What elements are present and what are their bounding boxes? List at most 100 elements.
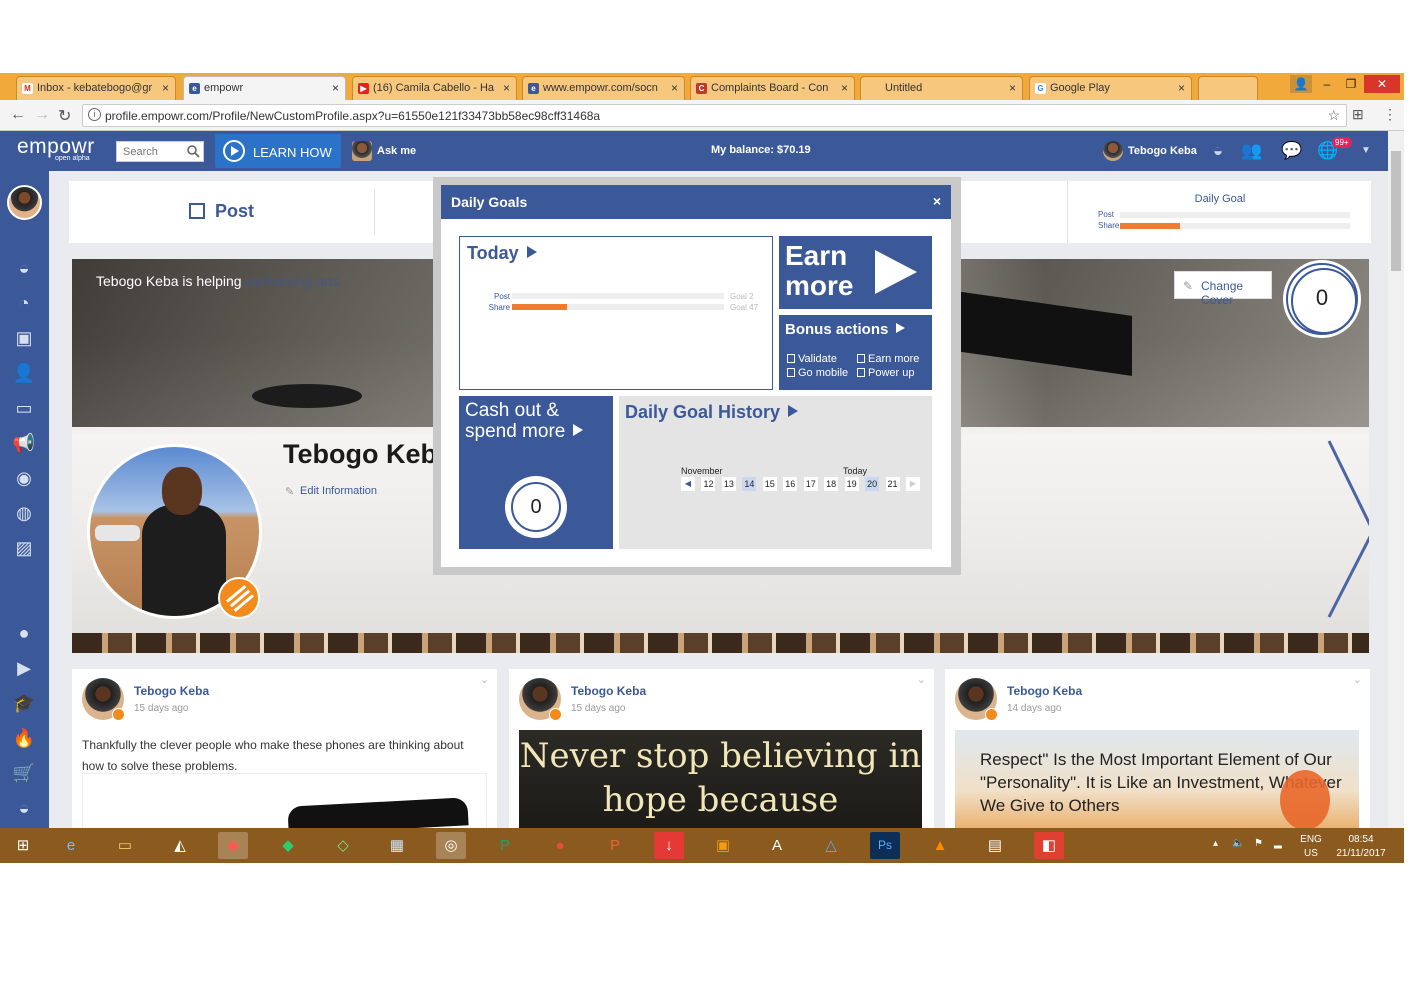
tab-close-icon[interactable]: × <box>841 81 848 95</box>
cash-out-panel[interactable]: Cash out & spend more 0 <box>459 396 613 549</box>
history-day[interactable]: 18 <box>824 477 839 491</box>
profile-icon[interactable]: ◍ <box>11 501 37 525</box>
photos-icon[interactable]: ▨ <box>11 536 37 560</box>
level-badge-icon[interactable] <box>218 577 260 619</box>
url-field[interactable]: i profile.empowr.com/Profile/NewCustomPr… <box>82 104 1347 127</box>
tab-close-icon[interactable]: × <box>1009 81 1016 95</box>
avatar[interactable] <box>955 678 998 721</box>
chevron-down-icon[interactable]: ⌄ <box>917 673 926 686</box>
video-player-icon[interactable]: ▣ <box>708 832 738 859</box>
clock[interactable]: 08:54 21/11/2017 <box>1330 833 1392 861</box>
profile-icon[interactable]: 👤 <box>1290 75 1312 93</box>
download-icon[interactable]: ↓ <box>654 832 684 859</box>
tray-expand-icon[interactable]: ▴ <box>1213 838 1218 849</box>
more-icon[interactable]: ◒ <box>11 796 37 820</box>
friends-icon[interactable]: 👥 <box>1240 140 1264 162</box>
quote-image[interactable]: Respect" Is the Most Important Element o… <box>955 730 1359 839</box>
bonus-actions-panel[interactable]: Bonus actions Validate Earn more Go mobi… <box>779 315 932 390</box>
history-day[interactable]: 16 <box>783 477 798 491</box>
cover-next-arrow-icon[interactable] <box>1327 439 1369 619</box>
balance-display[interactable]: My balance: $70.19 <box>711 144 811 156</box>
browser-tab[interactable]: Untitled × <box>860 76 1023 100</box>
calculator-app-icon[interactable]: ▤ <box>980 832 1010 859</box>
history-day[interactable]: 14 <box>742 477 757 491</box>
avatar[interactable] <box>519 678 562 721</box>
handshake-icon[interactable]: ◒ <box>11 256 37 280</box>
language-indicator[interactable]: ENG US <box>1296 833 1326 861</box>
learn-how-button[interactable]: LEARN HOW <box>215 134 341 168</box>
browser-tab[interactable]: ▶ (16) Camila Cabello - Ha × <box>352 76 517 100</box>
ask-me-button[interactable]: Ask me <box>352 141 416 161</box>
user-menu[interactable]: Tebogo Keba <box>1103 141 1197 161</box>
search-icon[interactable] <box>186 144 200 158</box>
history-prev-icon[interactable]: ◀ <box>681 477 695 491</box>
publisher-icon[interactable]: P <box>490 832 520 859</box>
office-icon[interactable]: ◧ <box>1034 832 1064 859</box>
close-icon[interactable]: × <box>933 193 941 209</box>
browser-tab-active[interactable]: e empowr × <box>183 76 346 100</box>
chrome-icon[interactable]: ◎ <box>436 832 466 859</box>
chat-icon[interactable]: ▭ <box>11 396 37 420</box>
windows-start-icon[interactable]: ⊞ <box>8 832 38 859</box>
photoshop-icon[interactable]: Ps <box>870 832 900 859</box>
adobe-icon[interactable]: A <box>762 832 792 859</box>
extension-icon[interactable]: ⊞ <box>1352 106 1364 123</box>
bonus-item-power-up[interactable]: Power up <box>857 367 914 379</box>
scrollbar-thumb[interactable] <box>1391 151 1401 271</box>
info-icon[interactable]: i <box>88 108 101 121</box>
gem-icon[interactable]: ◆ <box>273 832 303 859</box>
author-name[interactable]: Tebogo Keba <box>134 684 209 698</box>
network-icon[interactable]: ▂ <box>1274 838 1282 849</box>
forward-arrow-icon[interactable]: → <box>34 106 50 124</box>
tab-close-icon[interactable]: × <box>671 81 678 95</box>
cart-icon[interactable]: 🛒 <box>11 761 37 785</box>
tab-close-icon[interactable]: × <box>332 81 339 95</box>
chevron-down-icon[interactable]: ⌄ <box>1353 673 1362 686</box>
bonus-item-earn-more[interactable]: Earn more <box>857 353 919 365</box>
internet-explorer-icon[interactable]: e <box>56 832 86 859</box>
earn-more-button[interactable]: Earn more <box>779 236 932 309</box>
cause-link[interactable]: performing arts <box>245 273 339 289</box>
tab-close-icon[interactable]: × <box>162 81 169 95</box>
wallet-icon[interactable]: ▣ <box>11 326 37 350</box>
app-icon[interactable]: ◆ <box>218 832 248 859</box>
browser-menu-icon[interactable]: ⋮ <box>1383 106 1397 123</box>
scrollbar[interactable] <box>1388 131 1404 828</box>
minimize-icon[interactable]: – <box>1316 75 1338 93</box>
daily-goal-widget[interactable]: Daily Goal Post Share <box>1067 181 1371 243</box>
handshake-icon[interactable]: ◒ <box>1206 140 1230 162</box>
triangle-app-icon[interactable]: △ <box>816 832 846 859</box>
cover-counter[interactable]: 0 <box>1286 263 1358 335</box>
avatar[interactable] <box>7 185 42 220</box>
video-icon[interactable]: ▶ <box>11 656 37 680</box>
avatar[interactable] <box>82 678 125 721</box>
history-day[interactable]: 19 <box>844 477 859 491</box>
daily-goal-history-panel[interactable]: Daily Goal History November Today ◀ 12 1… <box>619 396 932 549</box>
back-arrow-icon[interactable]: ← <box>10 106 26 124</box>
window-close-icon[interactable]: ✕ <box>1364 75 1400 93</box>
bonus-item-validate[interactable]: Validate <box>787 353 837 365</box>
file-explorer-icon[interactable]: ▭ <box>110 832 140 859</box>
history-day[interactable]: 20 <box>865 477 880 491</box>
media-app-icon[interactable]: ● <box>545 832 575 859</box>
browser-tab[interactable]: M Inbox - kebatebogo@gr × <box>16 76 176 100</box>
author-name[interactable]: Tebogo Keba <box>571 684 646 698</box>
history-day[interactable]: 13 <box>721 477 736 491</box>
reload-icon[interactable]: ↻ <box>58 106 71 126</box>
bonus-item-go-mobile[interactable]: Go mobile <box>787 367 848 379</box>
acrobat-icon[interactable]: ◭ <box>165 832 195 859</box>
history-day[interactable]: 15 <box>762 477 777 491</box>
new-tab-button[interactable] <box>1198 76 1258 100</box>
today-panel[interactable]: Today Post Goal 2 Share Goal 47 <box>459 236 773 390</box>
dashboard-icon[interactable]: ◔ <box>11 291 37 315</box>
search-input[interactable] <box>117 142 182 162</box>
graduation-cap-icon[interactable]: 🎓 <box>11 691 37 715</box>
flag-icon[interactable]: ⚑ <box>1254 838 1263 849</box>
restore-icon[interactable]: ❐ <box>1340 75 1362 93</box>
causes-icon[interactable]: ◉ <box>11 466 37 490</box>
volume-icon[interactable]: 🔈 <box>1232 838 1244 849</box>
megaphone-icon[interactable]: 📢 <box>11 431 37 455</box>
edit-information-link[interactable]: ✎ Edit Information <box>285 485 377 498</box>
post-button[interactable]: Post <box>189 201 254 222</box>
bookmark-star-icon[interactable]: ☆ <box>1327 107 1340 124</box>
